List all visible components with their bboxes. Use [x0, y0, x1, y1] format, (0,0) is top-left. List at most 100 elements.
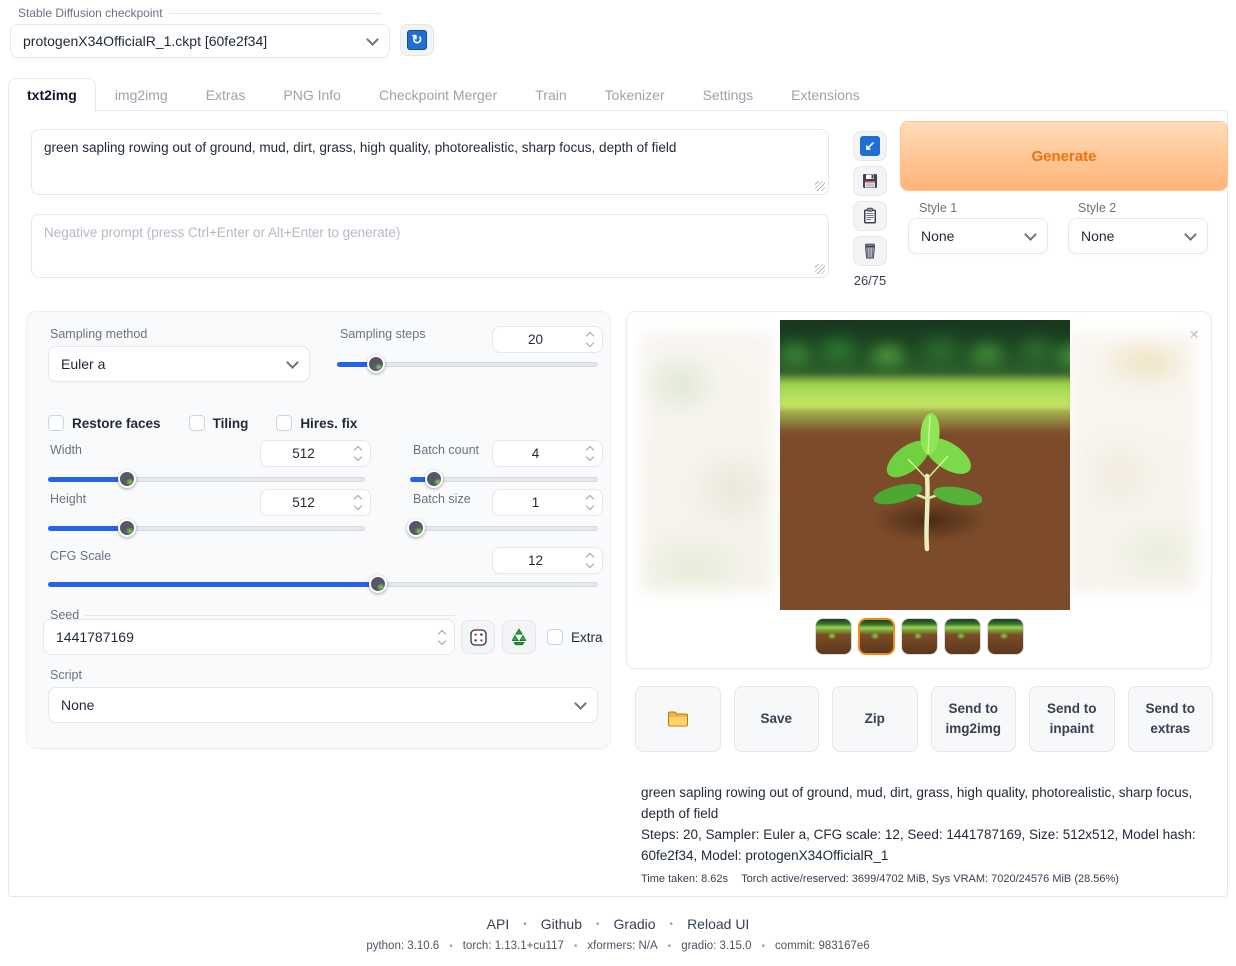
- batch-size-slider[interactable]: [410, 521, 598, 535]
- recycle-icon: [509, 627, 529, 647]
- sampling-steps-slider[interactable]: [337, 357, 598, 371]
- time-taken-text: Time taken: 8.62s: [641, 873, 728, 885]
- zip-button[interactable]: Zip: [832, 686, 918, 752]
- tab-png-info[interactable]: PNG Info: [264, 78, 360, 111]
- generation-info: green sapling rowing out of ground, mud,…: [641, 783, 1213, 897]
- generate-button[interactable]: Generate: [900, 121, 1228, 191]
- height-input[interactable]: 512: [260, 489, 371, 516]
- footer-link-api[interactable]: API: [487, 916, 510, 932]
- paste-arrow-icon: ↙: [860, 136, 880, 156]
- paste-generation-params-button[interactable]: ↙: [853, 131, 887, 161]
- batch-count-input[interactable]: 4: [492, 440, 603, 467]
- prompt-input[interactable]: green sapling rowing out of ground, mud,…: [32, 130, 828, 194]
- gallery-thumbnail-3[interactable]: [901, 618, 938, 655]
- stepper-arrows-icon[interactable]: [346, 490, 370, 515]
- negative-prompt-input[interactable]: [32, 215, 828, 277]
- stepper-arrows-icon[interactable]: [578, 548, 602, 573]
- tab-extras[interactable]: Extras: [187, 78, 265, 111]
- slider-thumb[interactable]: [369, 575, 387, 593]
- bullet-separator: •: [762, 941, 766, 952]
- width-label: Width: [50, 443, 82, 457]
- save-button[interactable]: Save: [734, 686, 820, 752]
- preview-art-trees: [780, 320, 1070, 382]
- stepper-arrows-icon[interactable]: [578, 490, 602, 515]
- width-slider[interactable]: [48, 472, 365, 486]
- tab-tokenizer[interactable]: Tokenizer: [586, 78, 684, 111]
- tiling-checkbox[interactable]: Tiling: [189, 415, 249, 431]
- restore-faces-checkbox[interactable]: Restore faces: [48, 415, 161, 431]
- clear-prompt-button[interactable]: [853, 236, 887, 266]
- slider-thumb[interactable]: [118, 519, 136, 537]
- style1-dropdown[interactable]: None: [908, 218, 1048, 254]
- sampling-steps-input[interactable]: 20: [492, 326, 603, 353]
- refresh-checkpoint-button[interactable]: ↻: [400, 24, 434, 56]
- main-tabbar: txt2img img2img Extras PNG Info Checkpoi…: [8, 76, 1228, 111]
- send-to-extras-button[interactable]: Send to extras: [1128, 686, 1214, 752]
- gallery-thumbnail-strip: [627, 618, 1211, 655]
- script-dropdown[interactable]: None: [48, 687, 598, 723]
- save-style-button[interactable]: [853, 166, 887, 196]
- prompt-tools-column: ↙: [850, 131, 890, 288]
- hires-fix-checkbox[interactable]: Hires. fix: [276, 415, 357, 431]
- footer-link-reload-ui[interactable]: Reload UI: [687, 916, 749, 932]
- batch-count-slider[interactable]: [410, 472, 598, 486]
- send-to-inpaint-button[interactable]: Send to inpaint: [1029, 686, 1115, 752]
- gallery-thumbnail-5[interactable]: [987, 618, 1024, 655]
- random-seed-button[interactable]: [461, 620, 495, 654]
- tab-extensions[interactable]: Extensions: [772, 78, 878, 111]
- script-label: Script: [50, 668, 82, 682]
- app-root: Stable Diffusion checkpoint protogenX34O…: [0, 0, 1236, 966]
- sampling-method-dropdown[interactable]: Euler a: [48, 346, 310, 382]
- stepper-arrows-icon[interactable]: [430, 620, 454, 654]
- gallery-thumbnail-1[interactable]: [815, 618, 852, 655]
- footer-link-github[interactable]: Github: [541, 916, 582, 932]
- reuse-seed-button[interactable]: [502, 620, 536, 654]
- tab-settings[interactable]: Settings: [684, 78, 773, 111]
- info-time-row: Time taken: 8.62s Torch active/reserved:…: [641, 871, 1213, 897]
- cfg-scale-value: 12: [493, 553, 578, 568]
- send-extras-label: Send to extras: [1133, 699, 1209, 740]
- style2-dropdown[interactable]: None: [1068, 218, 1208, 254]
- slider-thumb[interactable]: [425, 470, 443, 488]
- dice-icon: [469, 628, 488, 647]
- slider-thumb[interactable]: [407, 519, 425, 537]
- restore-faces-label: Restore faces: [72, 416, 161, 431]
- extra-seed-checkbox[interactable]: Extra: [547, 629, 603, 645]
- version-commit: commit: 983167e6: [775, 940, 870, 952]
- tab-train[interactable]: Train: [516, 78, 585, 111]
- version-torch: torch: 1.13.1+cu117: [463, 940, 564, 952]
- seed-input[interactable]: 1441787169: [43, 619, 455, 655]
- open-folder-button[interactable]: [635, 686, 721, 752]
- slider-thumb[interactable]: [118, 470, 136, 488]
- gallery-thumbnail-4[interactable]: [944, 618, 981, 655]
- gallery-faded-next-image[interactable]: [1069, 332, 1197, 592]
- cfg-scale-input[interactable]: 12: [492, 547, 603, 574]
- batch-size-input[interactable]: 1: [492, 489, 603, 516]
- info-params-text: Steps: 20, Sampler: Euler a, CFG scale: …: [641, 825, 1213, 867]
- tab-img2img[interactable]: img2img: [96, 78, 187, 111]
- gallery-thumbnail-2-selected[interactable]: [858, 618, 895, 655]
- folder-icon: [667, 710, 689, 728]
- apply-style-button[interactable]: [853, 201, 887, 231]
- checkpoint-label: Stable Diffusion checkpoint: [18, 6, 163, 20]
- send-to-img2img-button[interactable]: Send to img2img: [931, 686, 1017, 752]
- send-img2img-label: Send to img2img: [936, 699, 1012, 740]
- send-inpaint-label: Send to inpaint: [1034, 699, 1110, 740]
- cfg-scale-label: CFG Scale: [50, 549, 111, 563]
- stepper-arrows-icon[interactable]: [346, 441, 370, 466]
- stepper-arrows-icon[interactable]: [578, 441, 602, 466]
- width-input[interactable]: 512: [260, 440, 371, 467]
- height-slider[interactable]: [48, 521, 365, 535]
- slider-thumb[interactable]: [367, 355, 385, 373]
- version-gradio: gradio: 3.15.0: [681, 940, 751, 952]
- tab-checkpoint-merger[interactable]: Checkpoint Merger: [360, 78, 516, 111]
- generated-image-preview[interactable]: [780, 320, 1070, 610]
- stepper-arrows-icon[interactable]: [578, 327, 602, 352]
- checkpoint-value: protogenX34OfficialR_1.ckpt [60fe2f34]: [23, 33, 267, 49]
- tab-txt2img[interactable]: txt2img: [8, 78, 96, 111]
- sampling-method-label: Sampling method: [50, 327, 147, 341]
- cfg-scale-slider[interactable]: [48, 577, 598, 591]
- gallery-faded-prev-image[interactable]: [641, 332, 773, 592]
- footer-link-gradio[interactable]: Gradio: [614, 916, 656, 932]
- checkpoint-dropdown[interactable]: protogenX34OfficialR_1.ckpt [60fe2f34]: [10, 24, 390, 58]
